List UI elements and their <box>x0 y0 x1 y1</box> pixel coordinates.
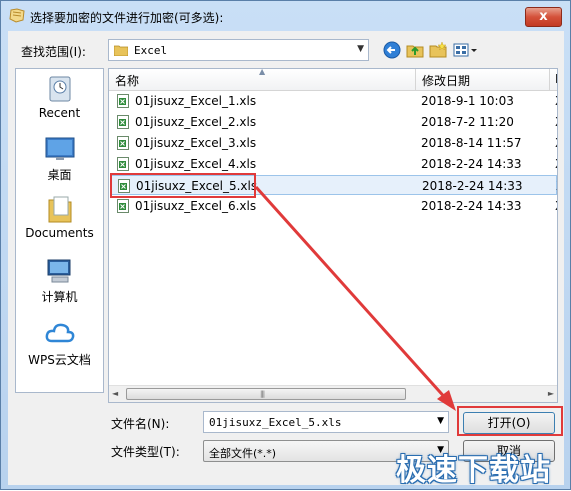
file-date: 2018-9-1 10:03 <box>421 94 514 108</box>
list-item[interactable]: 01jisuxz_Excel_1.xls 2018-9-1 10:03 X <box>110 91 557 111</box>
file-extra: X <box>555 115 557 129</box>
recent-icon <box>49 76 70 102</box>
file-name: 01jisuxz_Excel_2.xls <box>135 115 257 129</box>
view-menu-icon[interactable] <box>452 40 478 60</box>
filename-label: 文件名(N): <box>111 417 170 431</box>
file-name: 01jisuxz_Excel_1.xls <box>135 94 257 108</box>
scroll-right-icon[interactable]: ► <box>548 389 554 398</box>
file-list: 名称 ▲ 修改日期 Ŀ 01jisuxz_Excel_1.xls 2018-9-… <box>108 68 558 403</box>
file-extra: X <box>555 94 557 108</box>
window-title: 选择要加密的文件进行加密(可多选): <box>30 11 224 25</box>
excel-file-icon <box>117 94 129 108</box>
filetype-label: 文件类型(T): <box>111 445 180 459</box>
excel-file-icon <box>117 115 129 129</box>
back-icon[interactable] <box>382 40 402 60</box>
list-item[interactable]: 01jisuxz_Excel_6.xls 2018-2-24 14:33 X <box>110 196 557 216</box>
place-recent[interactable]: Recent <box>16 74 103 120</box>
folder-icon <box>114 45 128 56</box>
column-header-date[interactable]: 修改日期 <box>422 72 470 89</box>
file-extra: X <box>555 136 557 150</box>
excel-file-icon <box>118 179 130 193</box>
sort-arrow-icon: ▲ <box>259 68 266 76</box>
file-name: 01jisuxz_Excel_6.xls <box>135 199 257 213</box>
file-date: 2018-7-2 11:20 <box>421 115 514 129</box>
place-label: WPS云文档 <box>28 353 91 367</box>
scroll-grip-icon: ||| <box>260 390 265 398</box>
filetype-value: 全部文件(*.*) <box>209 447 277 460</box>
place-label: 桌面 <box>47 168 72 182</box>
file-date: 2018-2-24 14:33 <box>421 157 522 171</box>
place-computer[interactable]: 计算机 <box>16 256 103 305</box>
place-label: 计算机 <box>41 290 78 304</box>
desktop-icon <box>45 137 74 160</box>
cloud-icon <box>45 323 74 343</box>
horizontal-scrollbar[interactable]: ◄ ||| ► <box>109 385 557 402</box>
column-header-name[interactable]: 名称 <box>115 72 139 89</box>
file-extra: X <box>555 199 557 213</box>
filename-input[interactable]: 01jisuxz_Excel_5.xls ▼ <box>203 411 449 433</box>
open-button[interactable]: 打开(O) <box>463 412 555 434</box>
app-icon <box>9 8 25 23</box>
title-bar[interactable]: 选择要加密的文件进行加密(可多选): x <box>1 1 570 31</box>
place-wps-cloud[interactable]: WPS云文档 <box>16 319 103 368</box>
file-extra: X <box>556 179 557 193</box>
excel-file-icon <box>117 157 129 171</box>
close-icon: x <box>539 9 548 24</box>
list-item[interactable]: 01jisuxz_Excel_3.xls 2018-8-14 11:57 X <box>110 133 557 153</box>
place-desktop[interactable]: 桌面 <box>16 134 103 183</box>
file-extra: X <box>555 157 557 171</box>
look-in-label: 查找范围(I): <box>21 45 86 59</box>
excel-file-icon <box>117 136 129 150</box>
file-name: 01jisuxz_Excel_5.xls <box>136 179 258 193</box>
column-divider[interactable] <box>415 69 416 90</box>
list-item[interactable]: 01jisuxz_Excel_4.xls 2018-2-24 14:33 X <box>110 154 557 174</box>
scroll-left-icon[interactable]: ◄ <box>112 389 118 398</box>
file-date: 2018-2-24 14:33 <box>421 199 522 213</box>
scroll-thumb[interactable]: ||| <box>126 388 406 400</box>
places-bar: Recent 桌面 Documents 计算机 WPS云文档 <box>15 68 104 393</box>
up-folder-icon[interactable] <box>405 40 425 60</box>
look-in-combo[interactable]: Excel ▼ <box>108 39 369 61</box>
computer-icon <box>47 259 70 283</box>
look-in-value: Excel <box>134 44 168 57</box>
place-label: Documents <box>25 226 94 240</box>
list-header: 名称 ▲ 修改日期 Ŀ <box>109 69 557 91</box>
place-documents[interactable]: Documents <box>16 194 103 240</box>
column-header-extra[interactable]: Ŀ <box>555 72 557 86</box>
chevron-down-icon: ▼ <box>357 44 364 54</box>
column-divider[interactable] <box>549 69 550 90</box>
excel-file-icon <box>117 199 129 213</box>
list-item[interactable]: 01jisuxz_Excel_2.xls 2018-7-2 11:20 X <box>110 112 557 132</box>
file-date: 2018-8-14 11:57 <box>421 136 522 150</box>
place-label: Recent <box>38 106 81 120</box>
watermark: 极速下载站 <box>396 453 551 488</box>
chevron-down-icon[interactable]: ▼ <box>437 416 444 426</box>
filename-value: 01jisuxz_Excel_5.xls <box>209 416 342 429</box>
list-item-selected[interactable]: 01jisuxz_Excel_5.xls 2018-2-24 14:33 X <box>110 175 557 195</box>
file-name: 01jisuxz_Excel_4.xls <box>135 157 257 171</box>
documents-icon <box>48 196 71 223</box>
file-name: 01jisuxz_Excel_3.xls <box>135 136 257 150</box>
close-button[interactable]: x <box>525 7 562 27</box>
new-folder-icon[interactable] <box>428 40 448 60</box>
open-file-dialog: 选择要加密的文件进行加密(可多选): x 查找范围(I): Excel ▼ Re… <box>0 0 571 490</box>
file-date: 2018-2-24 14:33 <box>422 179 523 193</box>
